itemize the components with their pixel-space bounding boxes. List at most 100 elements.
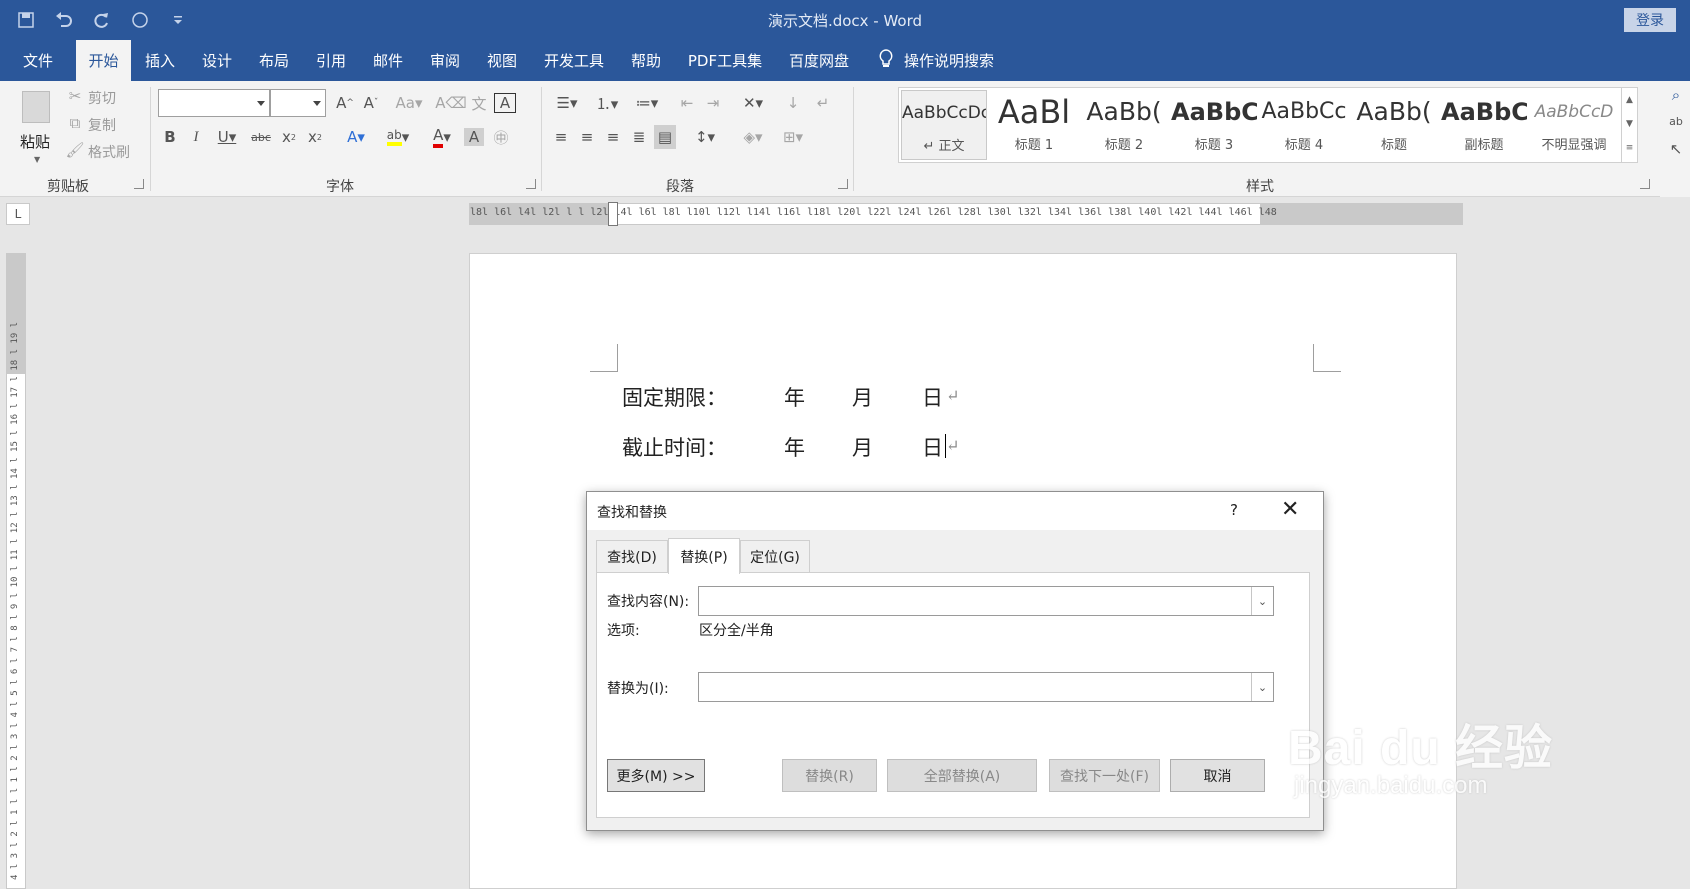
decrease-indent-icon[interactable]: ⇤ [676,91,698,115]
clipboard-launcher-icon[interactable] [134,179,144,189]
format-painter-button[interactable]: 格式刷 [88,142,130,162]
find-next-button[interactable]: 查找下一处(F) [1049,759,1160,792]
tab-file[interactable]: 文件 [14,40,62,81]
tab-layout[interactable]: 布局 [250,40,298,81]
sort-icon[interactable]: ↓ [782,91,804,115]
vertical-ruler[interactable]: 4 l 3 l 2 l 1 l l 1 l 2 l 3 l 4 l 5 l 6 … [6,253,26,889]
char-border-icon[interactable]: A [494,93,516,113]
phonetic-guide-icon[interactable]: 文 [468,91,490,115]
tab-home[interactable]: 开始 [76,40,131,81]
style-heading-1[interactable]: AaBl 标题 1 [991,90,1077,160]
font-launcher-icon[interactable] [526,179,536,189]
strikethrough-icon[interactable]: abc [248,125,274,149]
indent-marker-icon[interactable] [608,202,618,226]
style-name: 标题 4 [1284,138,1324,153]
highlight-color-icon[interactable]: ab ▾ [380,123,416,151]
justify-icon[interactable]: ≣ [628,125,650,149]
chevron-down-icon[interactable]: ⌄ [1251,673,1273,701]
style-heading-2[interactable]: AaBb(标题 2 [1081,90,1167,160]
day-text: 日 [922,436,943,460]
subscript-icon[interactable]: x2 [278,125,300,149]
style-title[interactable]: AaBb(标题 [1351,90,1437,160]
style-heading-4[interactable]: AaBbCc 标题 4 [1261,90,1347,160]
char-shading-icon[interactable]: A [464,128,484,146]
line-spacing-icon[interactable]: ↕▾ [688,125,722,149]
styles-gallery: AaBbCcDc ↵ 正文 AaBl 标题 1 AaBb(标题 2 AaBbC 标题 … [898,87,1638,163]
tell-me-search[interactable]: 操作说明搜索 [878,40,994,81]
help-icon[interactable]: ? [1230,501,1238,519]
document-line-1[interactable]: 固定期限： 年 月 日 ↵ [622,382,959,412]
paste-button[interactable]: 粘贴 ▼ [14,89,58,169]
tab-help[interactable]: 帮助 [620,40,672,81]
replace-icon[interactable]: ab [1666,111,1686,131]
cancel-button[interactable]: 取消 [1170,759,1265,792]
replace-all-button[interactable]: 全部替换(A) [887,759,1037,792]
style-name: 标题 [1380,138,1407,153]
enclose-char-icon[interactable]: ㊥ [490,125,512,149]
horizontal-ruler[interactable]: l8l l6l l4l l2l l l l2l l4l l6l l8l l10l… [469,202,1463,226]
tab-mailings[interactable]: 邮件 [364,40,412,81]
clipboard-icon [22,91,50,123]
tab-replace[interactable]: 替换(P) [668,538,740,574]
bold-icon[interactable]: B [160,125,180,149]
superscript-icon[interactable]: x2 [304,125,326,149]
tab-insert[interactable]: 插入 [136,40,184,81]
cut-button[interactable]: 剪切 [88,88,116,108]
styles-launcher-icon[interactable] [1640,179,1650,189]
options-label: 选项: [607,623,640,639]
find-what-field[interactable]: ⌄ [698,586,1274,616]
borders-icon[interactable]: ⊞▾ [776,125,810,149]
change-case-icon[interactable]: Aa▾ [392,91,426,115]
style-heading-3[interactable]: AaBbC 标题 3 [1171,90,1257,160]
find-icon[interactable]: ⌕ [1666,85,1686,105]
align-left-icon[interactable]: ≡ [550,125,572,149]
style-subtitle[interactable]: AaBbC 副标题 [1441,90,1527,160]
distributed-icon[interactable]: ▤ [654,125,676,149]
close-icon[interactable]: ✕ [1281,497,1299,522]
chevron-down-icon [257,101,265,106]
increase-indent-icon[interactable]: ⇥ [702,91,724,115]
paragraph-launcher-icon[interactable] [838,179,848,189]
tab-baidu-netdisk[interactable]: 百度网盘 [782,40,856,81]
chevron-down-icon[interactable]: ⌄ [1251,587,1273,615]
font-name-combo[interactable] [158,89,270,117]
scissors-icon: ✂ [68,87,82,105]
year-text: 年 [784,386,805,410]
tab-view[interactable]: 视图 [478,40,526,81]
tab-goto[interactable]: 定位(G) [740,540,810,573]
align-right-icon[interactable]: ≡ [602,125,624,149]
underline-icon[interactable]: U▾ [212,125,242,149]
numbering-icon[interactable]: ⒈▾ [590,91,624,115]
login-button[interactable]: 登录 [1624,8,1676,32]
replace-button[interactable]: 替换(R) [782,759,877,792]
tab-selector[interactable]: L [6,203,30,225]
grow-font-icon[interactable]: A ^ [334,91,356,115]
style-subtle-emphasis[interactable]: AaBbCcD 不明显强调 [1531,90,1617,160]
select-icon[interactable]: ↖ [1666,139,1686,159]
bullets-icon[interactable]: ☰▾ [550,91,584,115]
style-normal[interactable]: AaBbCcDc ↵ 正文 [901,90,987,160]
dialog-title: 查找和替换 [597,505,667,521]
font-color-icon[interactable]: A ▾ [424,123,460,151]
tab-developer[interactable]: 开发工具 [538,40,610,81]
font-size-combo[interactable] [270,89,326,117]
document-line-2[interactable]: 截止时间： 年 月 日 ↵ [622,432,959,462]
tab-pdf-tools[interactable]: PDF工具集 [682,40,768,81]
clear-format-icon[interactable]: A⌫ [435,91,466,115]
shading-icon[interactable]: ◈▾ [736,125,770,149]
align-center-icon[interactable]: ≡ [576,125,598,149]
gallery-scroll[interactable]: ▲ ▼ ≡ [1621,88,1637,162]
tab-design[interactable]: 设计 [193,40,241,81]
multilevel-list-icon[interactable]: ≔▾ [630,91,664,115]
italic-icon[interactable]: I [186,125,206,149]
more-button[interactable]: 更多(M) >> [607,759,705,792]
show-marks-icon[interactable]: ↵ [812,91,834,115]
chinese-layout-icon[interactable]: ✕▾ [736,91,770,115]
shrink-font-icon[interactable]: Aˇ [360,91,382,115]
tab-references[interactable]: 引用 [307,40,355,81]
text-effects-icon[interactable]: A▾ [340,125,372,149]
tab-find[interactable]: 查找(D) [596,540,668,573]
tab-review[interactable]: 审阅 [421,40,469,81]
replace-with-field[interactable]: ⌄ [698,672,1274,702]
copy-button[interactable]: 复制 [88,115,116,135]
